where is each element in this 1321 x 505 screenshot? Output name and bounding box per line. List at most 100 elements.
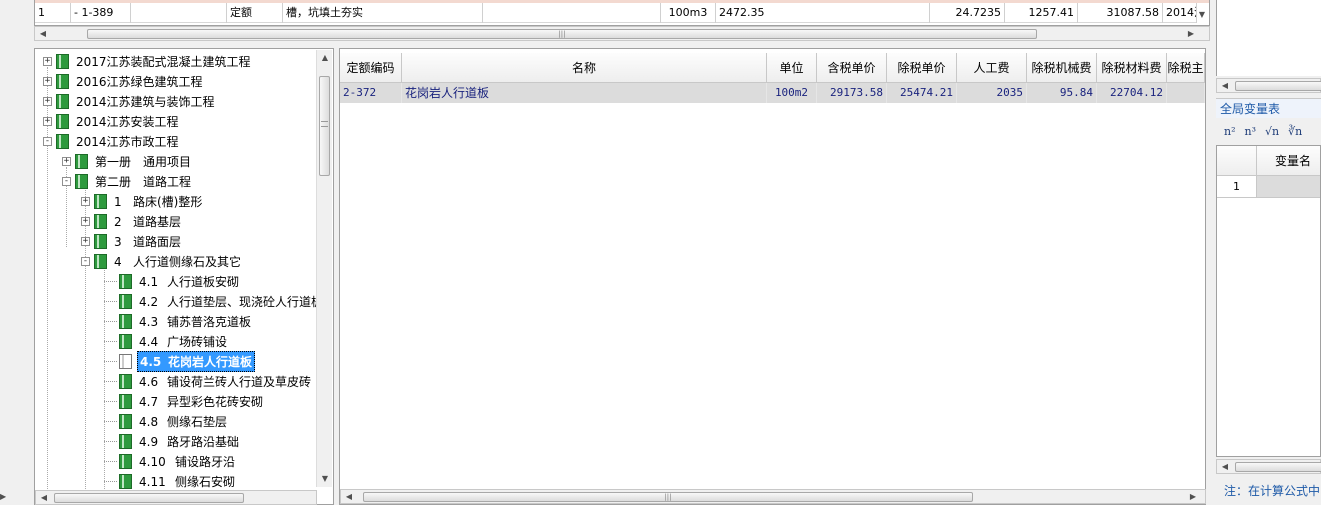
tree-leaf-4-4[interactable]: 4.4 广场砖铺设 [104, 331, 229, 351]
tree-node-2014-building[interactable]: + 2014江苏建筑与装饰工程 [43, 91, 217, 111]
tree-node-text[interactable]: 3 道路面层 [112, 232, 183, 251]
cell-machine[interactable]: 95.84 [1027, 83, 1097, 103]
expand-icon[interactable]: + [81, 216, 90, 226]
tree-node-text[interactable]: 4.4 广场砖铺设 [137, 332, 229, 351]
tree-node-text[interactable]: 4.9 路牙路沿基础 [137, 432, 241, 451]
tree-node-text[interactable]: 4.7 异型彩色花砖安砌 [137, 392, 265, 411]
expand-icon[interactable]: + [43, 56, 52, 66]
tree-leaf-4-2[interactable]: 4.2 人行道垫层、现浇砼人行道板 [104, 291, 325, 311]
row-empty[interactable] [131, 3, 227, 23]
tree-node-text[interactable]: 4.8 侧缘石垫层 [137, 412, 229, 431]
cell-labor[interactable]: 2035 [957, 83, 1027, 103]
tree-node-text[interactable]: 4.6 铺设荷兰砖人行道及草皮砖 [137, 372, 313, 391]
left-edge-scroll-arrow-icon[interactable]: ▶ [0, 490, 12, 504]
collapse-icon[interactable]: - [43, 136, 52, 146]
scrollbar-thumb[interactable] [54, 493, 244, 503]
quota-list[interactable]: 定额编码 名称 单位 含税单价 除税单价 人工费 除税机械费 除税材料费 除税主… [339, 48, 1206, 505]
sqrt-button[interactable]: √n [1265, 125, 1279, 138]
tree-node-text[interactable]: 4.11 侧缘石安砌 [137, 472, 237, 491]
tree-node-label[interactable]: 2014江苏安装工程 [74, 112, 181, 131]
expand-icon[interactable]: + [81, 236, 90, 246]
scroll-right-arrow-icon[interactable]: ▶ [1187, 491, 1199, 503]
tree-node-label[interactable]: 2014江苏市政工程 [74, 132, 181, 151]
tree-node-label[interactable]: 第一册 通用项目 [93, 152, 193, 171]
tree-node-text-selected[interactable]: 4.5 花岗岩人行道板 [137, 350, 256, 372]
cell-unit[interactable]: 100m2 [767, 83, 817, 103]
tree-node-chapter-4[interactable]: - 4 人行道侧缘石及其它 [81, 251, 243, 271]
tree-leaf-4-7[interactable]: 4.7 异型彩色花砖安砌 [104, 391, 265, 411]
tree-leaf-4-5[interactable]: 4.5 花岗岩人行道板 [104, 350, 256, 372]
expand-icon[interactable]: + [62, 156, 71, 166]
tree-node-text[interactable]: 1 路床(槽)整形 [112, 192, 204, 211]
expand-icon[interactable]: + [43, 116, 52, 126]
upper-right-hscrollbar[interactable]: ◀ [1216, 78, 1321, 93]
expand-icon[interactable]: + [43, 76, 52, 86]
list-hscrollbar[interactable]: ◀ ||| ▶ [340, 489, 1206, 504]
cell-name[interactable]: 花岗岩人行道板 [402, 83, 767, 103]
col-header-variable-name[interactable]: 变量名 [1257, 146, 1320, 176]
tree-node-text[interactable]: 2 道路基层 [112, 212, 183, 231]
tree-leaf-4-10[interactable]: 4.10 铺设路牙沿 [104, 451, 237, 471]
tree-node-label[interactable]: 2017江苏装配式混凝土建筑工程 [74, 52, 253, 71]
table-row[interactable]: 2-372 花岗岩人行道板 100m2 29173.58 25474.21 20… [340, 83, 1205, 103]
row-amount[interactable]: 1257.41 [1005, 3, 1078, 23]
col-header-name[interactable]: 名称 [402, 53, 767, 83]
col-header-price-notax[interactable]: 除税单价 [887, 53, 957, 83]
col-header-machine[interactable]: 除税机械费 [1027, 53, 1097, 83]
tree-node-chapter-2[interactable]: + 2 道路基层 [81, 211, 183, 231]
tree-node-text[interactable]: 4.10 铺设路牙沿 [137, 452, 237, 471]
row-unit[interactable]: 100m3 [661, 3, 716, 23]
table-row[interactable]: 1 - 1-389 定额 槽，坑填土夯实 100m3 2472.35 24.72… [35, 3, 1197, 23]
tree-leaf-4-11[interactable]: 4.11 侧缘石安砌 [104, 471, 237, 491]
scroll-up-arrow-icon[interactable]: ▲ [319, 52, 331, 64]
cell-price-tax[interactable]: 29173.58 [817, 83, 887, 103]
tree-node-label[interactable]: 第二册 道路工程 [93, 172, 193, 191]
tree-node-text[interactable]: 4.1 人行道板安砌 [137, 272, 241, 291]
scrollbar-thumb[interactable] [1235, 81, 1321, 91]
scroll-left-arrow-icon[interactable]: ◀ [1219, 80, 1231, 92]
tree-leaf-4-9[interactable]: 4.9 路牙路沿基础 [104, 431, 241, 451]
tree-node-text[interactable]: 4.2 人行道垫层、现浇砼人行道板 [137, 292, 325, 311]
row-source[interactable]: 2014江 [1163, 3, 1197, 23]
tree-leaf-4-1[interactable]: 4.1 人行道板安砌 [104, 271, 241, 291]
scroll-down-arrow-icon[interactable]: ▼ [1196, 8, 1208, 22]
expand-icon[interactable]: + [43, 96, 52, 106]
scrollbar-thumb[interactable] [319, 76, 330, 176]
tree-node-volume-1[interactable]: + 第一册 通用项目 [62, 151, 193, 171]
cell-price-notax[interactable]: 25474.21 [887, 83, 957, 103]
row-name[interactable]: 槽，坑填土夯实 [283, 3, 483, 23]
tree-vscrollbar[interactable]: ▲ ▼ [316, 50, 332, 487]
collapse-icon[interactable]: - [62, 176, 71, 186]
scrollbar-thumb[interactable] [1235, 462, 1321, 472]
tree-node-text[interactable]: 4.3 铺苏普洛克道板 [137, 312, 253, 331]
row-total[interactable]: 31087.58 [1078, 3, 1163, 23]
cell-main[interactable] [1167, 83, 1205, 103]
tree-node-chapter-1[interactable]: + 1 路床(槽)整形 [81, 191, 204, 211]
tree-leaf-4-8[interactable]: 4.8 侧缘石垫层 [104, 411, 229, 431]
row-type[interactable]: 定额 [227, 3, 283, 23]
col-header-code[interactable]: 定额编码 [340, 53, 402, 83]
col-header-unit[interactable]: 单位 [767, 53, 817, 83]
tree-node-2014-install[interactable]: + 2014江苏安装工程 [43, 111, 181, 131]
expand-icon[interactable]: + [81, 196, 90, 206]
scrollbar-thumb[interactable]: ||| [87, 29, 1037, 39]
tree-node-2017-prefab[interactable]: + 2017江苏装配式混凝土建筑工程 [43, 51, 253, 71]
tree-node-2014-municipal[interactable]: - 2014江苏市政工程 [43, 131, 181, 151]
scroll-left-arrow-icon[interactable]: ◀ [1219, 461, 1231, 473]
scrollbar-thumb[interactable]: ||| [363, 492, 973, 502]
collapse-icon[interactable]: - [81, 256, 90, 266]
variable-name-cell[interactable] [1257, 176, 1320, 198]
col-header-main[interactable]: 除税主 [1167, 53, 1205, 83]
quota-tree[interactable]: + 2017江苏装配式混凝土建筑工程 + 2016江苏绿色建筑工程 + 2014… [34, 48, 334, 505]
scroll-left-arrow-icon[interactable]: ◀ [343, 491, 355, 503]
top-grid-hscrollbar[interactable]: ◀ ||| ▶ [34, 26, 1210, 41]
tree-node-chapter-3[interactable]: + 3 道路面层 [81, 231, 183, 251]
scroll-left-arrow-icon[interactable]: ◀ [38, 492, 50, 504]
row-quantity[interactable]: 2472.35 [716, 3, 930, 23]
tree-node-label[interactable]: 2014江苏建筑与装饰工程 [74, 92, 217, 111]
row-code[interactable]: - 1-389 [71, 3, 131, 23]
tree-hscrollbar[interactable]: ◀ [35, 490, 317, 505]
col-header-price-tax[interactable]: 含税单价 [817, 53, 887, 83]
tree-node-volume-2[interactable]: - 第二册 道路工程 [62, 171, 193, 191]
col-header-labor[interactable]: 人工费 [957, 53, 1027, 83]
